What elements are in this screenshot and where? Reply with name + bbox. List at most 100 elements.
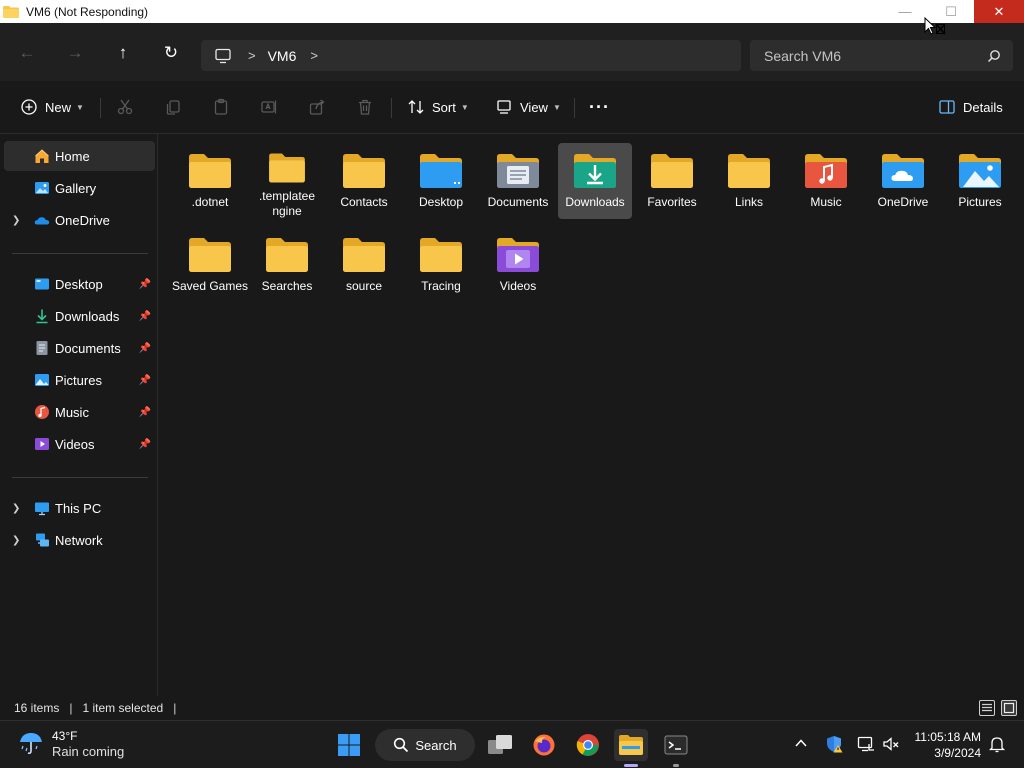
address-bar[interactable]: > VM6 > bbox=[201, 40, 741, 71]
pin-icon[interactable]: 📌 bbox=[139, 375, 151, 386]
sort-button[interactable]: Sort ▼ bbox=[407, 95, 469, 119]
more-options-button[interactable]: ··· bbox=[589, 95, 610, 119]
view-label: View bbox=[520, 99, 548, 115]
sidebar-item-onedrive[interactable]: ❯ OneDrive bbox=[4, 205, 155, 235]
details-button[interactable]: Details bbox=[938, 95, 1003, 119]
share-icon bbox=[309, 99, 325, 115]
breadcrumb-vm6[interactable]: VM6 bbox=[268, 48, 297, 64]
folder-label: Tracing bbox=[421, 279, 461, 293]
bell-icon bbox=[988, 737, 1006, 753]
sidebar-item-gallery[interactable]: Gallery bbox=[4, 173, 155, 203]
sidebar-item-this-pc[interactable]: ❯ This PC bbox=[4, 493, 155, 523]
task-view-button[interactable] bbox=[483, 729, 517, 761]
tiles-view-icon bbox=[1003, 702, 1015, 714]
folder-item[interactable]: Pictures bbox=[943, 143, 1017, 219]
folder-item[interactable]: Favorites bbox=[635, 143, 709, 219]
chevron-right-icon[interactable]: ❯ bbox=[12, 535, 20, 546]
start-button[interactable] bbox=[332, 729, 366, 761]
folder-item[interactable]: Videos bbox=[481, 227, 555, 303]
divider: | bbox=[69, 701, 73, 715]
close-button[interactable]: ✕ bbox=[974, 0, 1024, 23]
show-hidden-icons-button[interactable] bbox=[793, 735, 809, 754]
sidebar-item-home[interactable]: Home bbox=[4, 141, 155, 171]
clock[interactable]: 11:05:18 AM 3/9/2024 bbox=[906, 729, 982, 761]
pin-icon[interactable]: 📌 bbox=[139, 439, 151, 450]
breadcrumb-separator[interactable]: > bbox=[248, 48, 256, 63]
paste-button[interactable] bbox=[212, 95, 230, 119]
up-button[interactable]: ↑ bbox=[110, 40, 136, 66]
display-tray-button[interactable] bbox=[857, 735, 875, 756]
sidebar-item-documents[interactable]: Documents 📌 bbox=[4, 333, 155, 363]
search-box[interactable]: Search VM6 bbox=[750, 40, 1013, 71]
list-view-icon bbox=[982, 703, 992, 712]
folder-item[interactable]: Music bbox=[789, 143, 863, 219]
folder-item[interactable]: .dotnet bbox=[173, 143, 247, 219]
folder-icon bbox=[343, 238, 385, 272]
breadcrumb-separator-trailing[interactable]: > bbox=[310, 48, 318, 63]
file-list: .dotnet .templatee ngine Contacts Deskto… bbox=[159, 135, 1024, 696]
taskbar-search[interactable]: Search bbox=[375, 729, 475, 761]
back-button[interactable]: ← bbox=[14, 40, 40, 66]
delete-button[interactable] bbox=[356, 95, 374, 119]
details-view-toggle[interactable] bbox=[979, 700, 995, 716]
pin-icon[interactable]: 📌 bbox=[139, 279, 151, 290]
active-app-indicator bbox=[624, 764, 638, 767]
minimize-button[interactable]: — bbox=[882, 0, 928, 23]
folder-item[interactable]: Links bbox=[712, 143, 786, 219]
forward-button[interactable]: → bbox=[62, 40, 88, 66]
sort-label: Sort bbox=[432, 99, 456, 115]
window-title: VM6 (Not Responding) bbox=[26, 4, 149, 19]
sidebar-item-videos[interactable]: Videos 📌 bbox=[4, 429, 155, 459]
selection-count: 1 item selected bbox=[82, 701, 164, 715]
computer-icon bbox=[215, 48, 231, 63]
rename-button[interactable] bbox=[260, 95, 278, 119]
sidebar-item-downloads[interactable]: Downloads 📌 bbox=[4, 301, 155, 331]
folder-item[interactable]: Searches bbox=[250, 227, 324, 303]
sidebar-item-music[interactable]: Music 📌 bbox=[4, 397, 155, 427]
folder-item[interactable]: Documents bbox=[481, 143, 555, 219]
sidebar-item-desktop[interactable]: Desktop 📌 bbox=[4, 269, 155, 299]
folder-item[interactable]: source bbox=[327, 227, 401, 303]
refresh-button[interactable]: ↻ bbox=[158, 40, 184, 66]
view-button[interactable]: View ▼ bbox=[495, 95, 561, 119]
folder-label: Music bbox=[810, 195, 842, 209]
weather-widget[interactable]: 43°F Rain coming bbox=[18, 729, 124, 759]
terminal-app[interactable] bbox=[659, 729, 693, 761]
large-icons-view-toggle[interactable] bbox=[1001, 700, 1017, 716]
folder-item[interactable]: Contacts bbox=[327, 143, 401, 219]
new-button[interactable]: New ▼ bbox=[20, 95, 84, 119]
copy-button[interactable] bbox=[164, 95, 182, 119]
folder-item[interactable]: Desktop bbox=[404, 143, 478, 219]
divider bbox=[574, 98, 575, 118]
sidebar-item-pictures[interactable]: Pictures 📌 bbox=[4, 365, 155, 395]
chrome-app[interactable] bbox=[571, 729, 605, 761]
search-input[interactable]: Search VM6 bbox=[764, 48, 987, 64]
folder-icon bbox=[189, 238, 231, 272]
sidebar-item-network[interactable]: ❯ Network bbox=[4, 525, 155, 555]
pin-icon[interactable]: 📌 bbox=[139, 343, 151, 354]
clipboard-icon bbox=[214, 98, 228, 115]
security-tray-button[interactable] bbox=[825, 735, 843, 756]
gallery-icon bbox=[35, 182, 49, 194]
pin-icon[interactable]: 📌 bbox=[139, 407, 151, 418]
notifications-button[interactable] bbox=[988, 735, 1006, 756]
chevron-right-icon[interactable]: ❯ bbox=[12, 503, 20, 514]
cut-button[interactable] bbox=[116, 95, 134, 119]
pin-icon[interactable]: 📌 bbox=[139, 311, 151, 322]
chevron-right-icon[interactable]: ❯ bbox=[12, 215, 20, 226]
folder-item[interactable]: OneDrive bbox=[866, 143, 940, 219]
folder-item[interactable]: Downloads bbox=[558, 143, 632, 219]
volume-tray-button[interactable] bbox=[882, 735, 900, 756]
folder-item[interactable]: Tracing bbox=[404, 227, 478, 303]
firefox-app[interactable] bbox=[527, 729, 561, 761]
umbrella-rain-icon bbox=[20, 733, 42, 755]
search-icon bbox=[394, 737, 409, 753]
title-bar: VM6 (Not Responding) — ☐ ✕ bbox=[0, 0, 1024, 23]
share-button[interactable] bbox=[308, 95, 326, 119]
folder-item[interactable]: Saved Games bbox=[172, 227, 248, 303]
file-explorer-app[interactable] bbox=[614, 729, 648, 761]
network-icon bbox=[36, 533, 49, 547]
folder-item[interactable]: .templatee ngine bbox=[250, 143, 324, 219]
sidebar-item-label: Desktop bbox=[55, 276, 103, 292]
firefox-icon bbox=[533, 734, 555, 756]
